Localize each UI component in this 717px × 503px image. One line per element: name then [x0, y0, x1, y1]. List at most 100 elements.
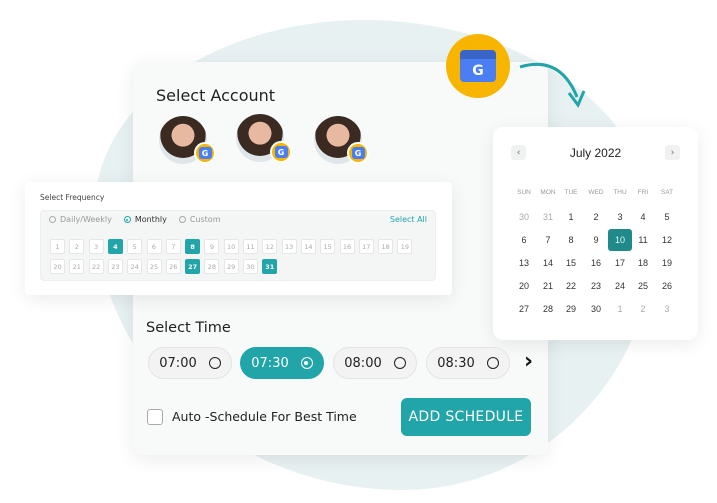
calendar-day[interactable]: 8 — [560, 230, 582, 250]
frequency-day-22[interactable]: 22 — [88, 259, 104, 274]
frequency-day-19[interactable]: 19 — [397, 239, 413, 254]
calendar-day[interactable]: 5 — [656, 207, 678, 227]
calendar-day[interactable]: 2 — [585, 207, 607, 227]
frequency-day-27[interactable]: 27 — [185, 259, 201, 274]
gmb-badge-icon: G — [270, 141, 292, 163]
calendar-day[interactable]: 1 — [560, 207, 582, 227]
calendar-day[interactable]: 27 — [513, 299, 535, 319]
calendar-day[interactable]: 11 — [632, 230, 654, 250]
calendar-day[interactable]: 20 — [513, 276, 535, 296]
frequency-day-9[interactable]: 9 — [204, 239, 220, 254]
auto-schedule-checkbox[interactable] — [147, 409, 163, 425]
frequency-day-16[interactable]: 16 — [339, 239, 355, 254]
radio-icon — [486, 357, 499, 369]
frequency-title: Select Frequency — [40, 193, 105, 202]
frequency-day-15[interactable]: 15 — [320, 239, 336, 254]
gmb-badge-icon: G — [347, 142, 369, 164]
frequency-day-24[interactable]: 24 — [127, 259, 143, 274]
frequency-option-custom[interactable]: Custom — [178, 215, 221, 224]
select-account-title: Select Account — [156, 86, 276, 105]
frequency-day-14[interactable]: 14 — [300, 239, 316, 254]
time-slot-0730[interactable]: 07:30 — [240, 347, 324, 379]
calendar-day[interactable]: 29 — [560, 299, 582, 319]
frequency-option-dailyweekly[interactable]: Daily/Weekly — [49, 215, 112, 224]
next-times-button[interactable]: › — [524, 349, 533, 374]
calendar-day[interactable]: 12 — [656, 230, 678, 250]
weekday-header: THU — [613, 188, 627, 196]
frequency-option-label: Custom — [189, 215, 221, 224]
calendar-day[interactable]: 4 — [632, 207, 654, 227]
calendar-day[interactable]: 16 — [585, 253, 607, 273]
radio-icon — [208, 357, 221, 369]
calendar-day[interactable]: 15 — [560, 253, 582, 273]
calendar-day[interactable]: 26 — [656, 276, 678, 296]
frequency-day-1[interactable]: 1 — [50, 239, 65, 254]
frequency-day-4[interactable]: 4 — [107, 239, 123, 254]
frequency-day-7[interactable]: 7 — [165, 239, 181, 254]
frequency-day-21[interactable]: 21 — [69, 259, 85, 274]
add-schedule-button[interactable]: ADD SCHEDULE — [401, 398, 531, 436]
frequency-option-label: Daily/Weekly — [60, 215, 112, 224]
frequency-day-28[interactable]: 28 — [204, 259, 220, 274]
frequency-day-3[interactable]: 3 — [88, 239, 104, 254]
calendar-day[interactable]: 7 — [537, 230, 559, 250]
frequency-day-17[interactable]: 17 — [358, 239, 374, 254]
calendar-day[interactable]: 3 — [609, 207, 631, 227]
frequency-day-13[interactable]: 13 — [281, 239, 297, 254]
frequency-day-29[interactable]: 29 — [223, 259, 239, 274]
calendar-day[interactable]: 30 — [585, 299, 607, 319]
calendar-day[interactable]: 22 — [560, 276, 582, 296]
time-slot-0800[interactable]: 08:00 — [333, 347, 417, 379]
select-time-title: Select Time — [146, 320, 231, 336]
calendar-day[interactable]: 3 — [656, 299, 678, 319]
radio-icon — [178, 216, 186, 223]
calendar-day[interactable]: 9 — [585, 230, 607, 250]
select-all-link[interactable]: Select All — [390, 215, 427, 224]
frequency-day-5[interactable]: 5 — [127, 239, 143, 254]
time-slot-0700[interactable]: 07:00 — [148, 347, 232, 379]
calendar-day[interactable]: 23 — [585, 276, 607, 296]
calendar-day[interactable]: 2 — [632, 299, 654, 319]
calendar-day[interactable]: 14 — [537, 253, 559, 273]
frequency-day-31[interactable]: 31 — [262, 259, 278, 274]
frequency-option-label: Monthly — [134, 215, 167, 224]
calendar-day[interactable]: 24 — [609, 276, 631, 296]
frequency-day-23[interactable]: 23 — [107, 259, 123, 274]
gmb-badge-icon: G — [194, 142, 216, 164]
google-my-business-icon: G — [446, 34, 510, 98]
calendar-day[interactable]: 25 — [632, 276, 654, 296]
frequency-day-20[interactable]: 20 — [50, 259, 65, 274]
calendar-day[interactable]: 10 — [608, 229, 632, 251]
calendar-day[interactable]: 17 — [609, 253, 631, 273]
frequency-day-6[interactable]: 6 — [146, 239, 162, 254]
calendar-day[interactable]: 28 — [537, 299, 559, 319]
frequency-day-8[interactable]: 8 — [185, 239, 201, 254]
calendar-day[interactable]: 1 — [609, 299, 631, 319]
frequency-option-monthly[interactable]: Monthly — [123, 215, 167, 224]
frequency-day-11[interactable]: 11 — [243, 239, 258, 254]
weekday-header: TUE — [564, 188, 578, 196]
radio-icon — [300, 357, 313, 369]
radio-icon — [393, 357, 406, 369]
frequency-day-30[interactable]: 30 — [243, 259, 258, 274]
frequency-panel: Select Frequency Daily/Weekly Monthly Cust… — [25, 182, 452, 295]
calendar-day[interactable]: 30 — [513, 207, 535, 227]
frequency-day-26[interactable]: 26 — [165, 259, 181, 274]
radio-icon — [123, 216, 131, 223]
calendar-day[interactable]: 19 — [656, 253, 678, 273]
frequency-day-18[interactable]: 18 — [378, 239, 394, 254]
frequency-day-2[interactable]: 2 — [69, 239, 85, 254]
weekday-header: SAT — [660, 188, 674, 196]
calendar-day[interactable]: 31 — [537, 207, 559, 227]
calendar-day[interactable]: 21 — [537, 276, 559, 296]
frequency-day-12[interactable]: 12 — [262, 239, 278, 254]
calendar: ‹ July 2022 › SUN MON TUE WED THU FRI SAT 30 31 1… — [493, 127, 698, 340]
calendar-day[interactable]: 13 — [513, 253, 535, 273]
weekday-header: FRI — [637, 188, 649, 196]
frequency-day-10[interactable]: 10 — [223, 239, 239, 254]
time-slot-0830[interactable]: 08:30 — [426, 347, 510, 379]
calendar-day[interactable]: 6 — [513, 230, 535, 250]
frequency-day-25[interactable]: 25 — [146, 259, 162, 274]
calendar-day[interactable]: 18 — [632, 253, 654, 273]
next-month-button[interactable]: › — [665, 145, 680, 160]
